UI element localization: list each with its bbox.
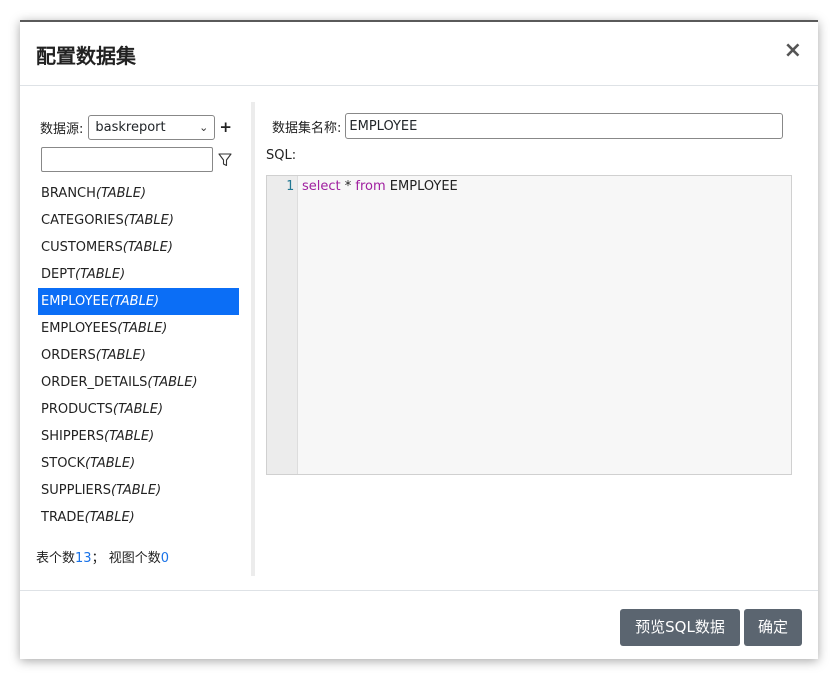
- datasource-selected-value: baskreport: [95, 119, 166, 135]
- table-name: EMPLOYEES: [41, 321, 118, 336]
- table-type: (TABLE): [104, 429, 155, 444]
- dataset-name-label: 数据集名称:: [272, 120, 342, 136]
- table-name: STOCK: [41, 456, 86, 471]
- table-type: (TABLE): [75, 267, 126, 282]
- dataset-name-value: EMPLOYEE: [349, 118, 418, 134]
- table-name: BRANCH: [41, 186, 96, 201]
- table-name: SHIPPERS: [41, 429, 105, 444]
- editor-gutter: 1: [267, 176, 298, 474]
- table-list-item[interactable]: TRADE(TABLE): [38, 504, 239, 531]
- table-name: TRADE: [41, 510, 85, 525]
- table-count-label: 表个数: [36, 551, 76, 566]
- table-list-item[interactable]: SUPPLIERS(TABLE): [38, 477, 239, 504]
- table-type: (TABLE): [95, 348, 146, 363]
- dialog-header: 配置数据集 ×: [20, 22, 818, 86]
- datasource-select[interactable]: baskreport ⌄: [88, 114, 216, 140]
- close-button[interactable]: ×: [784, 40, 802, 62]
- table-list: BRANCH(TABLE) CATEGORIES(TABLE) CUSTOMERS(…: [38, 180, 239, 531]
- datasource-row: 数据源: baskreport ⌄ +: [40, 114, 232, 140]
- table-list-item[interactable]: ORDERS(TABLE): [38, 342, 239, 369]
- table-name: SUPPLIERS: [41, 483, 112, 498]
- confirm-button[interactable]: 确定: [744, 609, 802, 646]
- sql-keyword-from: from: [355, 179, 386, 194]
- table-type: (TABLE): [112, 402, 164, 417]
- table-name: CUSTOMERS: [41, 240, 123, 255]
- table-list-item[interactable]: CATEGORIES(TABLE): [38, 207, 239, 234]
- dialog-title: 配置数据集: [36, 44, 136, 68]
- table-list-item[interactable]: SHIPPERS(TABLE): [38, 423, 239, 450]
- dialog-footer: 预览SQL数据 确定: [20, 590, 818, 659]
- line-number: 1: [286, 179, 294, 194]
- table-type: (TABLE): [84, 510, 135, 525]
- table-count-value[interactable]: 13: [75, 551, 92, 566]
- filter-row: [41, 147, 232, 172]
- table-panel: 数据源: baskreport ⌄ + BRANCH(TABLE) CATEGOR…: [36, 102, 258, 576]
- preview-sql-button[interactable]: 预览SQL数据: [620, 609, 740, 646]
- configure-dataset-dialog: 配置数据集 × 数据源: baskreport ⌄ + BRANCH(TABLE…: [20, 20, 818, 659]
- add-datasource-button[interactable]: +: [219, 118, 232, 136]
- table-view-counts: 表个数13； 视图个数0: [36, 547, 169, 566]
- panel-splitter[interactable]: [251, 102, 255, 576]
- table-list-item[interactable]: EMPLOYEE(TABLE): [38, 288, 239, 315]
- table-list-item[interactable]: BRANCH(TABLE): [38, 180, 239, 207]
- view-count-value[interactable]: 0: [161, 551, 169, 566]
- table-name: EMPLOYEE: [41, 294, 109, 309]
- table-name: ORDER_DETAILS: [41, 375, 148, 390]
- table-name: CATEGORIES: [41, 213, 124, 228]
- sql-star: *: [340, 179, 356, 194]
- datasource-label: 数据源:: [40, 121, 84, 137]
- dataset-name-row: 数据集名称: EMPLOYEE: [272, 113, 784, 139]
- table-type: (TABLE): [108, 294, 160, 309]
- table-type: (TABLE): [95, 186, 147, 201]
- table-type: (TABLE): [122, 240, 173, 255]
- table-type: (TABLE): [117, 321, 168, 336]
- table-list-item[interactable]: ORDER_DETAILS(TABLE): [38, 369, 239, 396]
- table-name: DEPT: [41, 267, 76, 282]
- table-filter-input[interactable]: [41, 147, 213, 172]
- table-type: (TABLE): [111, 483, 162, 498]
- dataset-name-input[interactable]: EMPLOYEE: [345, 113, 784, 139]
- chevron-down-icon: ⌄: [199, 120, 209, 134]
- table-list-item[interactable]: EMPLOYEES(TABLE): [38, 315, 239, 342]
- table-name: PRODUCTS: [41, 402, 113, 417]
- dataset-editor-panel: 数据集名称: EMPLOYEE SQL: 1 select * from EMP…: [266, 102, 794, 576]
- table-list-item[interactable]: DEPT(TABLE): [38, 261, 239, 288]
- count-separator: ；: [91, 551, 105, 566]
- table-name: ORDERS: [41, 348, 96, 363]
- sql-keyword-select: select: [302, 179, 341, 194]
- view-count-label: 视图个数: [108, 551, 161, 566]
- table-list-item[interactable]: PRODUCTS(TABLE): [38, 396, 239, 423]
- sql-label: SQL:: [266, 148, 297, 163]
- sql-editor[interactable]: 1 select * from EMPLOYEE: [266, 175, 792, 475]
- table-list-item[interactable]: CUSTOMERS(TABLE): [38, 234, 239, 261]
- sql-code-line[interactable]: select * from EMPLOYEE: [302, 179, 458, 194]
- table-type: (TABLE): [123, 213, 174, 228]
- table-type: (TABLE): [147, 375, 198, 390]
- table-type: (TABLE): [85, 456, 136, 471]
- filter-icon[interactable]: [218, 152, 232, 167]
- sql-table-name: EMPLOYEE: [385, 179, 458, 194]
- table-list-item[interactable]: STOCK(TABLE): [38, 450, 239, 477]
